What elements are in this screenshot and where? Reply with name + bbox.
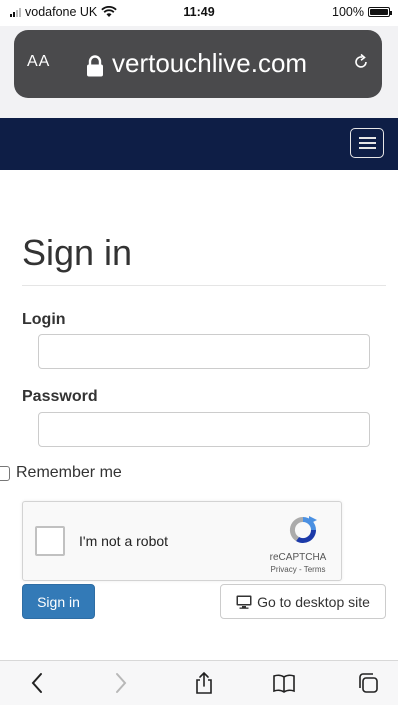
share-icon[interactable] — [192, 671, 216, 695]
hamburger-menu-button[interactable] — [350, 128, 384, 158]
remember-me-checkbox[interactable] — [0, 465, 10, 481]
site-navbar — [0, 118, 398, 170]
tabs-icon[interactable] — [356, 671, 380, 695]
back-icon[interactable] — [26, 671, 50, 695]
browser-toolbar — [0, 660, 398, 705]
reload-icon[interactable] — [352, 53, 370, 71]
remember-me-row[interactable]: Remember me — [0, 464, 122, 482]
status-bar: vodafone UK 11:49 100% — [0, 0, 398, 26]
desktop-site-button[interactable]: Go to desktop site — [220, 584, 386, 619]
forward-icon[interactable] — [108, 671, 132, 695]
battery-icon — [368, 7, 392, 17]
recaptcha-brand: reCAPTCHA — [269, 552, 327, 563]
recaptcha-privacy-terms[interactable]: Privacy - Terms — [263, 565, 333, 574]
bookmarks-icon[interactable] — [272, 671, 296, 695]
divider — [22, 285, 386, 286]
recaptcha-widget: I'm not a robot reCAPTCHA Privacy - Term… — [22, 501, 342, 581]
battery-fill — [370, 9, 388, 15]
recaptcha-logo-icon — [289, 516, 317, 544]
text-size-button[interactable]: AA — [27, 53, 50, 71]
desktop-site-label: Go to desktop site — [257, 593, 370, 610]
sign-in-button[interactable]: Sign in — [22, 584, 95, 619]
text-size-label: AA — [27, 53, 51, 70]
login-input[interactable] — [38, 334, 370, 369]
page-title: Sign in — [22, 232, 133, 273]
password-input[interactable] — [38, 412, 370, 447]
monitor-icon — [236, 595, 252, 609]
login-label: Login — [22, 311, 66, 328]
url-text: vertouchlive.com — [112, 48, 308, 78]
recaptcha-label: I'm not a robot — [79, 533, 169, 549]
recaptcha-checkbox[interactable] — [35, 526, 65, 556]
address-bar[interactable]: AA vertouchlive.com — [14, 30, 382, 98]
battery-percent: 100% — [332, 5, 364, 19]
remember-me-label: Remember me — [16, 464, 122, 481]
password-label: Password — [22, 388, 98, 405]
status-right: 100% — [332, 5, 392, 19]
lock-icon — [87, 55, 103, 77]
browser-address-area: AA vertouchlive.com — [0, 26, 398, 118]
